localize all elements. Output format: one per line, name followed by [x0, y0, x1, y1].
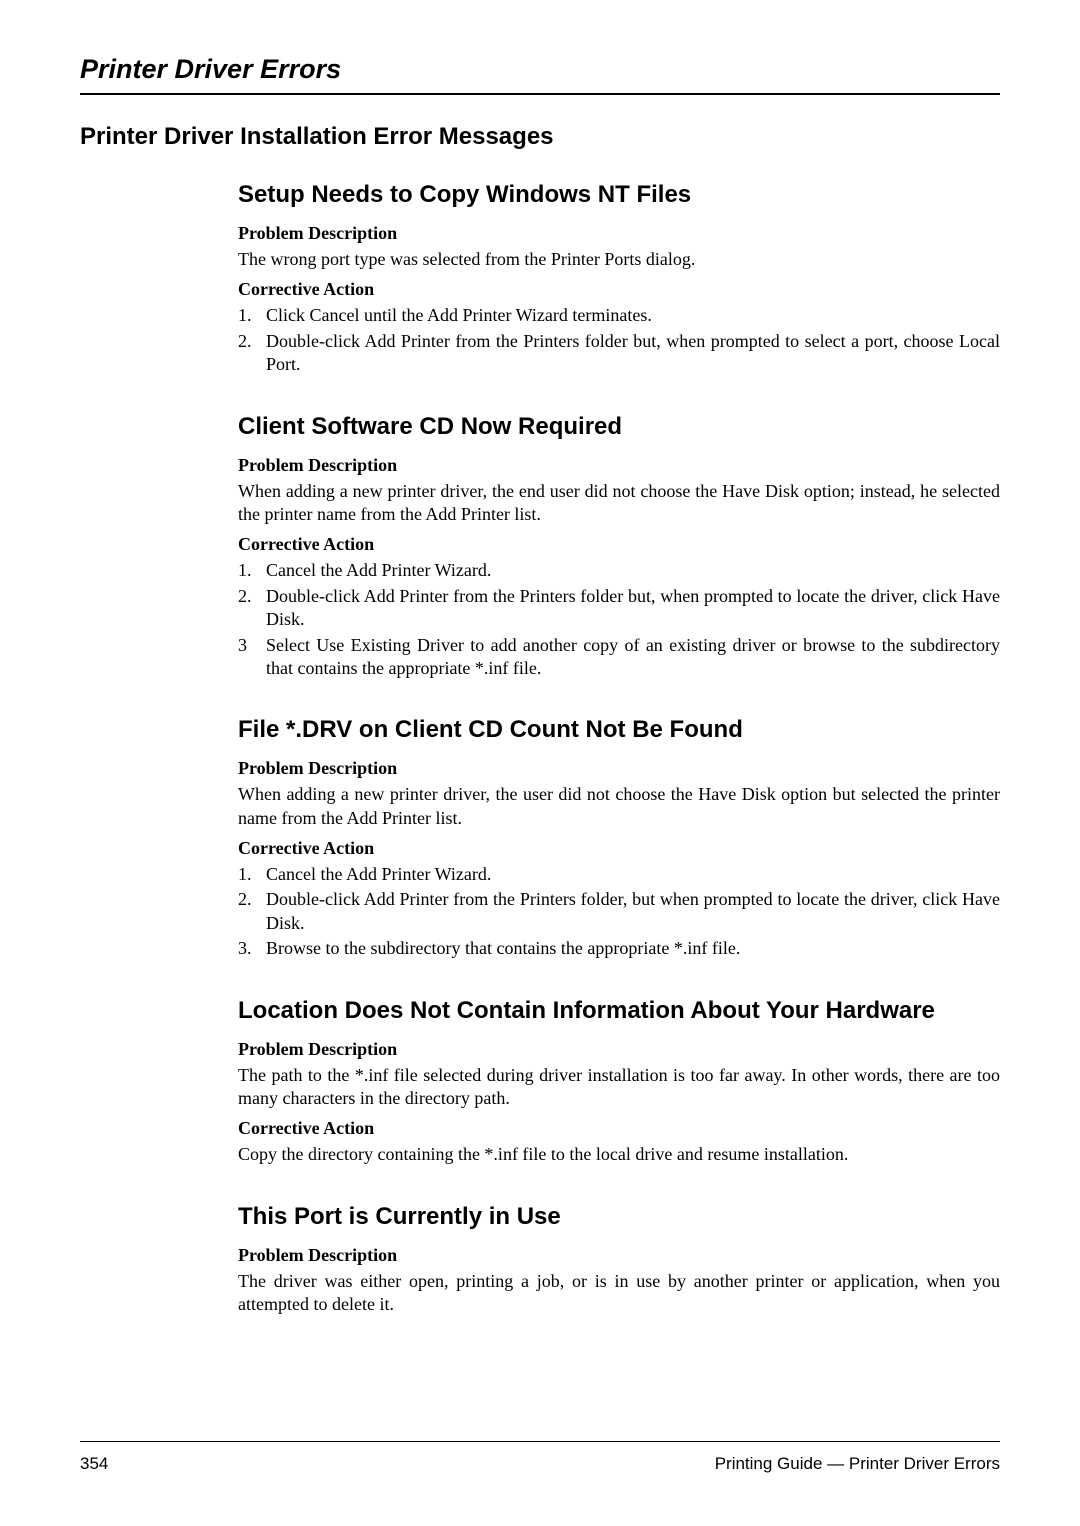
section-heading: This Port is Currently in Use [238, 1203, 1000, 1231]
step-text: Double-click Add Printer from the Printe… [266, 585, 1000, 632]
page-number: 354 [80, 1454, 108, 1474]
list-item: 1. Cancel the Add Printer Wizard. [238, 559, 1000, 582]
step-number: 1. [238, 559, 266, 582]
step-text: Click Cancel until the Add Printer Wizar… [266, 304, 1000, 327]
step-number: 1. [238, 304, 266, 327]
action-text: Copy the directory containing the *.inf … [238, 1143, 1000, 1166]
problem-text: When adding a new printer driver, the en… [238, 480, 1000, 527]
action-label: Corrective Action [238, 279, 1000, 300]
list-item: 2. Double-click Add Printer from the Pri… [238, 585, 1000, 632]
step-text: Select Use Existing Driver to add anothe… [266, 634, 1000, 681]
problem-label: Problem Description [238, 758, 1000, 779]
step-number: 3 [238, 634, 266, 681]
step-text: Double-click Add Printer from the Printe… [266, 330, 1000, 377]
list-item: 2. Double-click Add Printer from the Pri… [238, 330, 1000, 377]
list-item: 3 Select Use Existing Driver to add anot… [238, 634, 1000, 681]
problem-label: Problem Description [238, 455, 1000, 476]
section-heading: Setup Needs to Copy Windows NT Files [238, 181, 1000, 209]
list-item: 2. Double-click Add Printer from the Pri… [238, 888, 1000, 935]
section: File *.DRV on Client CD Count Not Be Fou… [238, 716, 1000, 960]
list-item: 1. Cancel the Add Printer Wizard. [238, 863, 1000, 886]
section: Location Does Not Contain Information Ab… [238, 997, 1000, 1167]
problem-text: The driver was either open, printing a j… [238, 1270, 1000, 1317]
section-heading: Location Does Not Contain Information Ab… [238, 997, 1000, 1025]
action-label: Corrective Action [238, 1118, 1000, 1139]
step-number: 2. [238, 585, 266, 632]
footer-text: Printing Guide — Printer Driver Errors [715, 1454, 1000, 1474]
list-item: 1. Click Cancel until the Add Printer Wi… [238, 304, 1000, 327]
list-item: 3. Browse to the subdirectory that conta… [238, 937, 1000, 960]
section-heading: File *.DRV on Client CD Count Not Be Fou… [238, 716, 1000, 744]
step-text: Cancel the Add Printer Wizard. [266, 559, 1000, 582]
step-number: 2. [238, 330, 266, 377]
page-title: Printer Driver Installation Error Messag… [80, 123, 1000, 151]
section: Client Software CD Now Required Problem … [238, 413, 1000, 681]
action-label: Corrective Action [238, 534, 1000, 555]
running-header: Printer Driver Errors [80, 54, 1000, 95]
problem-label: Problem Description [238, 223, 1000, 244]
step-text: Cancel the Add Printer Wizard. [266, 863, 1000, 886]
step-text: Double-click Add Printer from the Printe… [266, 888, 1000, 935]
problem-text: The wrong port type was selected from th… [238, 248, 1000, 271]
page-footer: 354 Printing Guide — Printer Driver Erro… [80, 1454, 1000, 1474]
step-number: 1. [238, 863, 266, 886]
section-heading: Client Software CD Now Required [238, 413, 1000, 441]
step-text: Browse to the subdirectory that contains… [266, 937, 1000, 960]
step-number: 2. [238, 888, 266, 935]
step-number: 3. [238, 937, 266, 960]
problem-text: When adding a new printer driver, the us… [238, 783, 1000, 830]
section: This Port is Currently in Use Problem De… [238, 1203, 1000, 1317]
section: Setup Needs to Copy Windows NT Files Pro… [238, 181, 1000, 377]
problem-label: Problem Description [238, 1245, 1000, 1266]
footer-divider [80, 1441, 1000, 1442]
problem-label: Problem Description [238, 1039, 1000, 1060]
problem-text: The path to the *.inf file selected duri… [238, 1064, 1000, 1111]
action-label: Corrective Action [238, 838, 1000, 859]
